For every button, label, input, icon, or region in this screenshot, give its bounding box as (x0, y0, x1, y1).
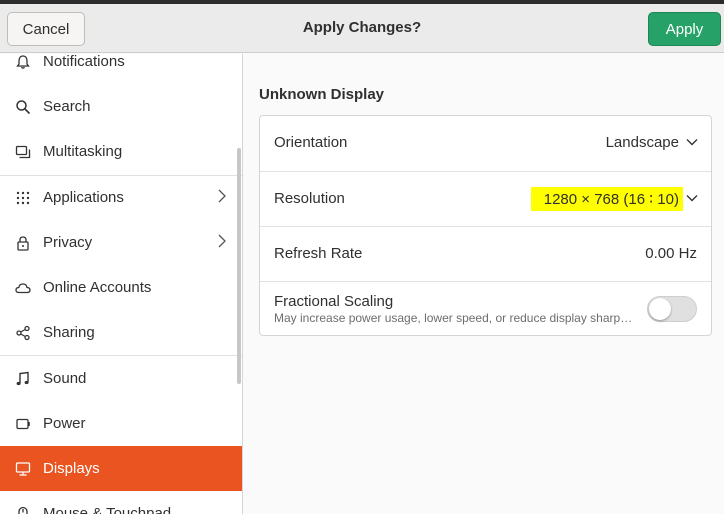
power-icon (14, 415, 32, 433)
sidebar-item-label: Privacy (43, 234, 93, 251)
display-settings-card: Orientation Landscape Resolution 1280 × … (259, 115, 712, 336)
orientation-label: Orientation (274, 134, 348, 151)
cloud-icon (14, 279, 32, 297)
display-name-heading: Unknown Display (259, 86, 385, 103)
page-title: Apply Changes? (302, 19, 422, 36)
sidebar-item-mouse-touchpad[interactable]: Mouse & Touchpad (0, 491, 242, 514)
chevron-down-icon (686, 139, 698, 146)
sidebar-item-displays[interactable]: Displays (0, 446, 242, 491)
sidebar: Notifications Search Multitasking Applic… (0, 54, 243, 514)
resolution-value[interactable]: 1280 × 768 (16 ∶ 10) (544, 190, 679, 208)
share-icon (14, 324, 32, 342)
sidebar-item-label: Mouse & Touchpad (43, 505, 172, 514)
apps-grid-icon (14, 189, 32, 207)
sidebar-item-label: Displays (43, 460, 100, 477)
apply-button[interactable]: Apply (648, 12, 721, 46)
monitor-icon (14, 460, 32, 478)
fractional-scaling-toggle[interactable] (647, 296, 697, 322)
orientation-row[interactable]: Orientation Landscape (260, 116, 711, 171)
sidebar-item-power[interactable]: Power (0, 401, 242, 446)
fractional-scaling-label: Fractional Scaling (274, 293, 394, 310)
sidebar-item-label: Sound (43, 370, 87, 387)
music-note-icon (14, 370, 32, 388)
sidebar-item-applications[interactable]: Applications (0, 175, 242, 220)
sidebar-item-label: Search (43, 98, 91, 115)
sidebar-item-multitasking[interactable]: Multitasking (0, 129, 242, 174)
chevron-right-icon (218, 234, 226, 252)
refresh-rate-value: 0.00 Hz (645, 245, 697, 262)
header-bar: Cancel Apply Changes? Apply (0, 4, 724, 53)
multitasking-icon (14, 143, 32, 161)
sidebar-item-label: Power (43, 415, 86, 432)
sidebar-scrollbar[interactable] (237, 148, 241, 384)
search-icon (14, 98, 32, 116)
chevron-down-icon (686, 195, 698, 202)
sidebar-item-sound[interactable]: Sound (0, 356, 242, 401)
fractional-scaling-description: May increase power usage, lower speed, o… (274, 311, 634, 325)
sidebar-item-privacy[interactable]: Privacy (0, 220, 242, 265)
displays-panel: Unknown Display Orientation Landscape Re… (244, 54, 724, 514)
sidebar-item-sharing[interactable]: Sharing (0, 310, 242, 355)
toggle-knob (649, 298, 671, 320)
sidebar-item-label: Notifications (43, 54, 125, 70)
sidebar-item-notifications[interactable]: Notifications (0, 54, 242, 84)
resolution-label: Resolution (274, 190, 345, 207)
chevron-right-icon (218, 189, 226, 207)
sidebar-item-search[interactable]: Search (0, 84, 242, 129)
sidebar-item-label: Multitasking (43, 143, 123, 160)
sidebar-item-label: Sharing (43, 324, 95, 341)
resolution-row[interactable]: Resolution 1280 × 768 (16 ∶ 10) (260, 171, 711, 226)
orientation-value[interactable]: Landscape (606, 134, 679, 151)
refresh-rate-row[interactable]: Refresh Rate 0.00 Hz (260, 226, 711, 281)
lock-icon (14, 234, 32, 252)
sidebar-item-online-accounts[interactable]: Online Accounts (0, 265, 242, 310)
sidebar-item-label: Online Accounts (43, 279, 152, 296)
bell-icon (14, 54, 32, 71)
refresh-rate-label: Refresh Rate (274, 245, 363, 262)
sidebar-item-label: Applications (43, 189, 124, 206)
fractional-scaling-row[interactable]: Fractional Scaling May increase power us… (260, 281, 711, 336)
mouse-icon (14, 505, 32, 514)
